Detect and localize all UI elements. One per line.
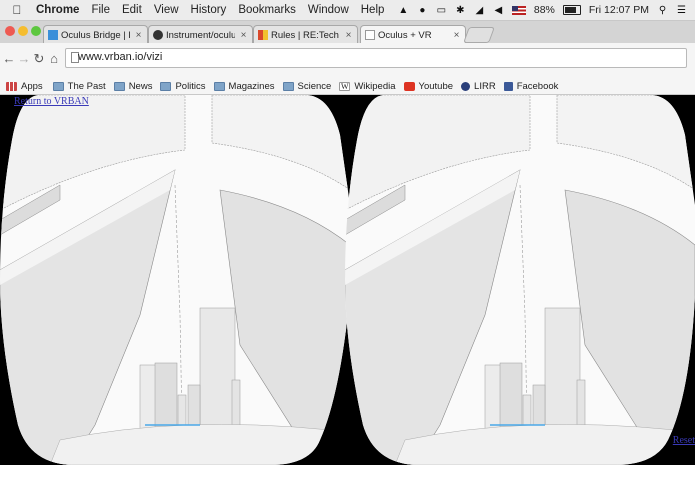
github-icon bbox=[153, 30, 163, 40]
tab-title: Oculus Bridge | Labs | Inst bbox=[61, 29, 130, 41]
drive-icon[interactable]: ▲ bbox=[398, 5, 409, 16]
bookmark-label: News bbox=[128, 80, 153, 92]
tab-title: Oculus + VR bbox=[378, 29, 432, 41]
window-zoom-button[interactable] bbox=[31, 26, 41, 36]
home-icon[interactable]: ⌂ bbox=[47, 52, 61, 66]
folder-icon bbox=[213, 81, 225, 91]
address-bar[interactable]: www.vrban.io/vizi bbox=[65, 48, 687, 68]
apps-grid-icon bbox=[6, 81, 17, 91]
tab-instrument-github[interactable]: Instrument/oculus-bridge × bbox=[148, 25, 253, 44]
wikipedia-icon: W bbox=[339, 81, 351, 91]
bookmark-lirr[interactable]: LIRR bbox=[461, 81, 496, 92]
page-bottom-margin bbox=[0, 465, 695, 494]
vr-right-eye bbox=[345, 95, 695, 465]
page-icon bbox=[365, 30, 375, 40]
return-link[interactable]: Return to VRBAN bbox=[14, 96, 89, 107]
tab-close-icon[interactable]: × bbox=[344, 30, 353, 41]
bookmark-label: Science bbox=[297, 80, 332, 92]
menu-edit[interactable]: Edit bbox=[122, 4, 142, 16]
menu-file[interactable]: File bbox=[91, 4, 110, 16]
apple-menu-icon[interactable]:  bbox=[9, 3, 25, 17]
macos-menu-bar:  Chrome File Edit View History Bookmark… bbox=[0, 0, 695, 21]
bookmark-facebook[interactable]: Facebook bbox=[503, 80, 559, 92]
bookmarks-bar: Apps The Past News Politics Magazines Sc… bbox=[0, 78, 695, 95]
reload-icon[interactable]: ↻ bbox=[32, 52, 46, 66]
tab-favicon-icon bbox=[48, 30, 58, 40]
tab-title: Rules | RE:Tech – NYC Rea bbox=[271, 29, 340, 41]
menu-view[interactable]: View bbox=[154, 4, 179, 16]
folder-icon bbox=[113, 81, 125, 91]
menu-app-name[interactable]: Chrome bbox=[36, 4, 79, 16]
bluetooth-icon[interactable]: ✱ bbox=[455, 5, 466, 16]
bookmark-wikipedia[interactable]: W Wikipedia bbox=[339, 80, 396, 92]
tab-close-icon[interactable]: × bbox=[134, 30, 143, 41]
folder-icon bbox=[52, 81, 64, 91]
battery-icon[interactable] bbox=[562, 5, 581, 15]
bookmark-folder-news[interactable]: News bbox=[113, 80, 153, 92]
menu-clock[interactable]: Fri 12:07 PM bbox=[589, 4, 649, 16]
menu-help[interactable]: Help bbox=[361, 4, 385, 16]
bookmark-folder-the-past[interactable]: The Past bbox=[52, 80, 106, 92]
bookmark-label: LIRR bbox=[474, 80, 496, 92]
tab-close-icon[interactable]: × bbox=[452, 30, 461, 41]
notification-bell-icon[interactable]: ● bbox=[417, 5, 428, 16]
volume-icon[interactable]: ◀ bbox=[493, 5, 504, 16]
bookmark-label: Politics bbox=[175, 80, 206, 92]
bookmark-label: Apps bbox=[21, 80, 43, 92]
wifi-icon[interactable]: ◢ bbox=[474, 5, 485, 16]
bookmark-label: Facebook bbox=[516, 80, 559, 92]
bookmark-label: Youtube bbox=[418, 80, 454, 92]
bookmark-folder-science[interactable]: Science bbox=[282, 80, 332, 92]
folder-icon bbox=[282, 81, 294, 91]
battery-percent[interactable]: 88% bbox=[534, 4, 555, 16]
facebook-icon bbox=[503, 81, 513, 91]
lirr-icon bbox=[461, 81, 471, 91]
bookmark-apps[interactable]: Apps bbox=[6, 81, 43, 92]
notification-center-icon[interactable]: ☰ bbox=[676, 5, 687, 16]
bookmark-label: Wikipedia bbox=[354, 80, 396, 92]
url-text[interactable]: www.vrban.io/vizi bbox=[78, 51, 162, 63]
tab-favicon-icon bbox=[258, 30, 268, 40]
tab-oculus-vr[interactable]: Oculus + VR × bbox=[360, 25, 466, 44]
tab-oculus-bridge[interactable]: Oculus Bridge | Labs | Inst × bbox=[43, 25, 148, 44]
bookmark-label: Magazines bbox=[228, 80, 275, 92]
menu-bookmarks[interactable]: Bookmarks bbox=[238, 4, 296, 16]
airplay-icon[interactable]: ▭ bbox=[436, 5, 447, 16]
bookmark-youtube[interactable]: Youtube bbox=[403, 80, 454, 92]
menu-history[interactable]: History bbox=[191, 4, 227, 16]
browser-toolbar: ← → ↻ ⌂ www.vrban.io/vizi bbox=[0, 43, 695, 78]
tab-rules-retech[interactable]: Rules | RE:Tech – NYC Rea × bbox=[253, 25, 358, 44]
window-close-button[interactable] bbox=[5, 26, 15, 36]
vr-viewport[interactable]: Return to VRBAN Reset bbox=[0, 95, 695, 465]
tab-strip: Oculus Bridge | Labs | Inst × Instrument… bbox=[0, 21, 695, 44]
us-flag-input-icon[interactable] bbox=[511, 5, 526, 15]
vr-left-eye bbox=[0, 95, 351, 465]
folder-icon bbox=[160, 81, 172, 91]
bookmark-folder-magazines[interactable]: Magazines bbox=[213, 80, 275, 92]
vr-stereo-canvas[interactable] bbox=[0, 95, 695, 465]
back-arrow-icon[interactable]: ← bbox=[2, 52, 16, 66]
corner-link[interactable]: Reset bbox=[673, 435, 695, 446]
new-tab-button[interactable] bbox=[463, 27, 495, 43]
window-minimize-button[interactable] bbox=[18, 26, 28, 36]
tab-close-icon[interactable]: × bbox=[239, 30, 248, 41]
youtube-icon bbox=[403, 81, 415, 91]
spotlight-search-icon[interactable]: ⚲ bbox=[657, 5, 668, 16]
tab-title: Instrument/oculus-bridge bbox=[166, 29, 235, 41]
forward-arrow-icon[interactable]: → bbox=[17, 52, 31, 66]
bookmark-label: The Past bbox=[67, 80, 106, 92]
bookmark-folder-politics[interactable]: Politics bbox=[160, 80, 206, 92]
menu-window[interactable]: Window bbox=[308, 4, 349, 16]
